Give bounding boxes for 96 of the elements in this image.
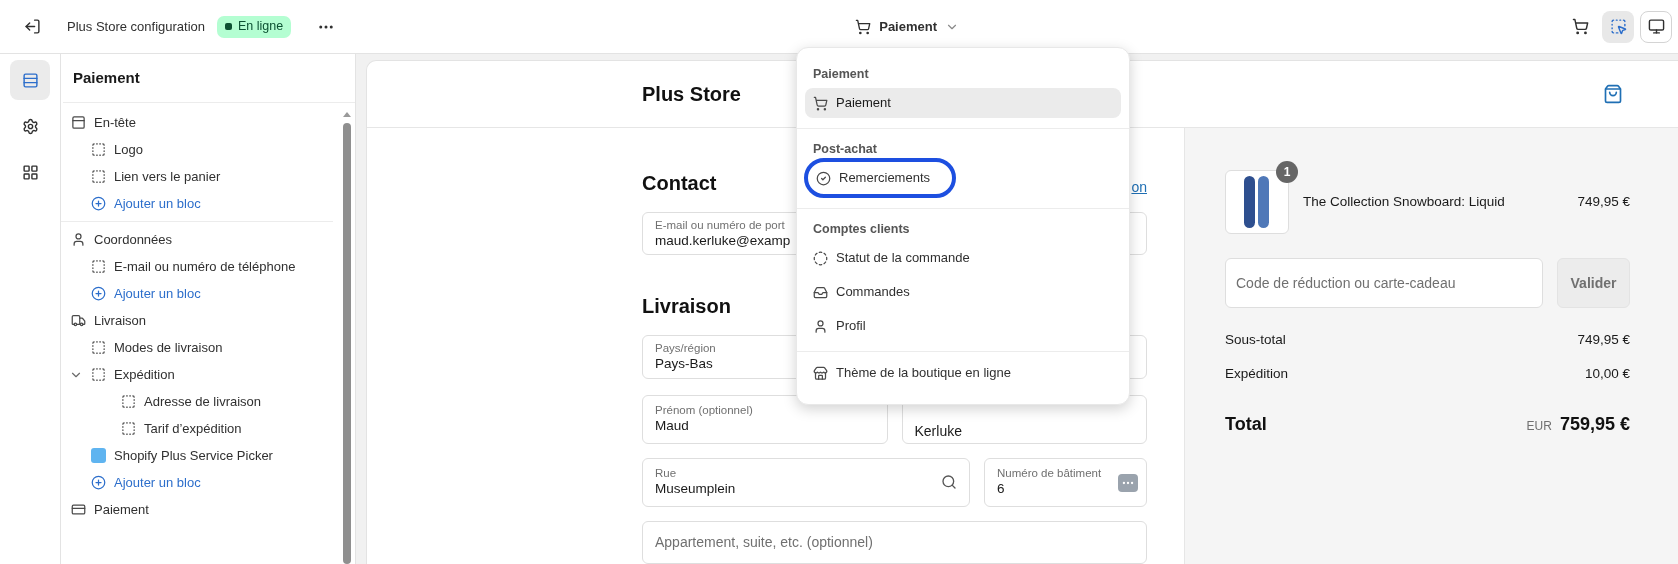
delivery-heading: Livraison	[642, 294, 731, 320]
cart-icon	[855, 18, 872, 35]
person-icon	[71, 232, 86, 247]
field-value: Museumplein	[655, 480, 736, 499]
exit-icon[interactable]	[24, 18, 41, 35]
text-field[interactable]: Prénom (optionnel) Maud	[642, 394, 888, 444]
menu-group-title: Post-achat	[813, 140, 877, 158]
total-amount: 759,95 €	[1559, 412, 1630, 436]
product-name: The Collection Snowboard: Liquid	[1303, 192, 1505, 211]
header-layout-icon	[71, 115, 86, 130]
truck-icon	[71, 313, 86, 328]
dashed-pointer-icon	[1609, 18, 1627, 35]
bag-icon[interactable]	[1603, 83, 1623, 105]
text-field[interactable]: Rue Museumplein	[642, 457, 970, 507]
menu-item[interactable]: Statut de la commande	[805, 243, 1121, 273]
dashed-block-icon	[91, 340, 106, 355]
summary-label: Sous-total	[1225, 331, 1286, 349]
menu-item[interactable]: Remerciements	[804, 158, 956, 198]
summary-value: 10,00 €	[1584, 365, 1630, 384]
section-title[interactable]: Paiement	[94, 499, 149, 520]
store-title: Plus Store	[642, 82, 741, 107]
discount-code-field[interactable]: Code de réduction ou carte-cadeau	[1225, 258, 1543, 308]
add-icon	[91, 196, 106, 211]
field-label: Pays/région	[655, 341, 716, 355]
toolbar-button[interactable]	[1640, 10, 1672, 43]
currency-code: EUR	[1526, 417, 1552, 435]
quantity-badge: 1	[1276, 161, 1298, 183]
field-placeholder: Appartement, suite, etc. (optionnel)	[655, 532, 873, 552]
store-name: Plus Store configuration	[67, 17, 206, 36]
tree-item[interactable]: Adresse de livraison	[144, 391, 262, 412]
field-label: Prénom (optionnel)	[655, 403, 753, 418]
contact-heading: Contact	[642, 171, 717, 196]
field-value: Maud	[655, 417, 689, 436]
dashed-circle-icon	[813, 250, 828, 266]
text-field[interactable]: Appartement, suite, etc. (optionnel)	[642, 520, 1147, 564]
tree-item[interactable]: E-mail ou numéro de téléphone	[114, 256, 296, 277]
add-icon	[91, 475, 106, 490]
menu-item[interactable]: Profil	[805, 311, 1121, 341]
field-label: E-mail ou numéro de port	[655, 217, 785, 232]
dashed-block-icon	[91, 367, 106, 382]
dashed-block-icon	[91, 142, 106, 157]
snowboard-drawing	[1243, 174, 1271, 230]
app-icon	[91, 448, 106, 463]
field-label: Numéro de bâtiment	[997, 466, 1102, 481]
page-selector[interactable]: Paiement	[855, 16, 960, 37]
field-label: Rue	[655, 466, 677, 481]
inbox-icon	[813, 284, 828, 300]
dashed-block-icon	[121, 421, 136, 436]
text-field[interactable]: Numéro de bâtiment 6	[984, 457, 1147, 507]
person-icon	[813, 318, 828, 334]
store-icon	[813, 365, 828, 381]
tree-item[interactable]: Expédition	[114, 364, 175, 385]
add-block-link[interactable]: Ajouter un bloc	[114, 283, 201, 304]
scrollbar-thumb[interactable]	[343, 123, 351, 564]
add-icon	[91, 286, 106, 301]
dashed-block-icon	[91, 169, 106, 184]
tree-item[interactable]: Lien vers le panier	[114, 166, 221, 187]
dashed-block-icon	[91, 259, 106, 274]
summary-label: Expédition	[1225, 365, 1289, 384]
menu-item[interactable]: Paiement	[805, 88, 1121, 118]
rows-icon	[21, 71, 39, 89]
status-badge: En ligne	[217, 15, 292, 38]
menu-item[interactable]: Commandes	[805, 277, 1121, 307]
tree-item[interactable]: Shopify Plus Service Picker	[114, 445, 273, 466]
total-label: Total	[1225, 412, 1267, 436]
add-block-link[interactable]: Ajouter un bloc	[114, 472, 201, 493]
dashed-block-icon	[121, 394, 136, 409]
section-title[interactable]: En-tête	[94, 112, 136, 133]
ellipsis-key-icon	[1118, 473, 1138, 492]
check-circle-icon	[816, 170, 831, 186]
field-value: maud.kerluke@examp	[655, 231, 791, 250]
settings-icon	[21, 117, 39, 135]
scroll-up-arrow-icon[interactable]	[343, 112, 351, 117]
card-icon	[71, 502, 86, 517]
field-value: Pays-Bas	[655, 355, 713, 373]
apply-button[interactable]: Valider	[1557, 258, 1630, 308]
product-price: 749,95 €	[1577, 192, 1630, 211]
sign-in-link[interactable]: on	[1131, 177, 1147, 198]
monitor-icon	[1647, 18, 1665, 35]
section-title[interactable]: Livraison	[94, 310, 147, 331]
search-icon	[941, 473, 957, 490]
cart-icon	[813, 95, 828, 111]
tree-item[interactable]: Logo	[114, 139, 143, 160]
section-title[interactable]: Coordonnées	[94, 229, 173, 250]
grid-plus-icon	[21, 163, 39, 181]
cart-icon	[1571, 18, 1589, 35]
tree-item[interactable]: Tarif d’expédition	[144, 418, 242, 439]
field-value: Kerluke	[914, 421, 962, 440]
menu-group-title: Paiement	[813, 65, 869, 83]
summary-value: 749,95 €	[1577, 331, 1630, 349]
field-value: 6	[997, 480, 1005, 499]
sidebar-title: Paiement	[72, 67, 140, 88]
add-block-link[interactable]: Ajouter un bloc	[114, 193, 201, 214]
menu-item[interactable]: Thème de la boutique en ligne	[805, 358, 1121, 388]
menu-group-title: Comptes clients	[813, 220, 910, 238]
tree-item[interactable]: Modes de livraison	[114, 337, 223, 358]
